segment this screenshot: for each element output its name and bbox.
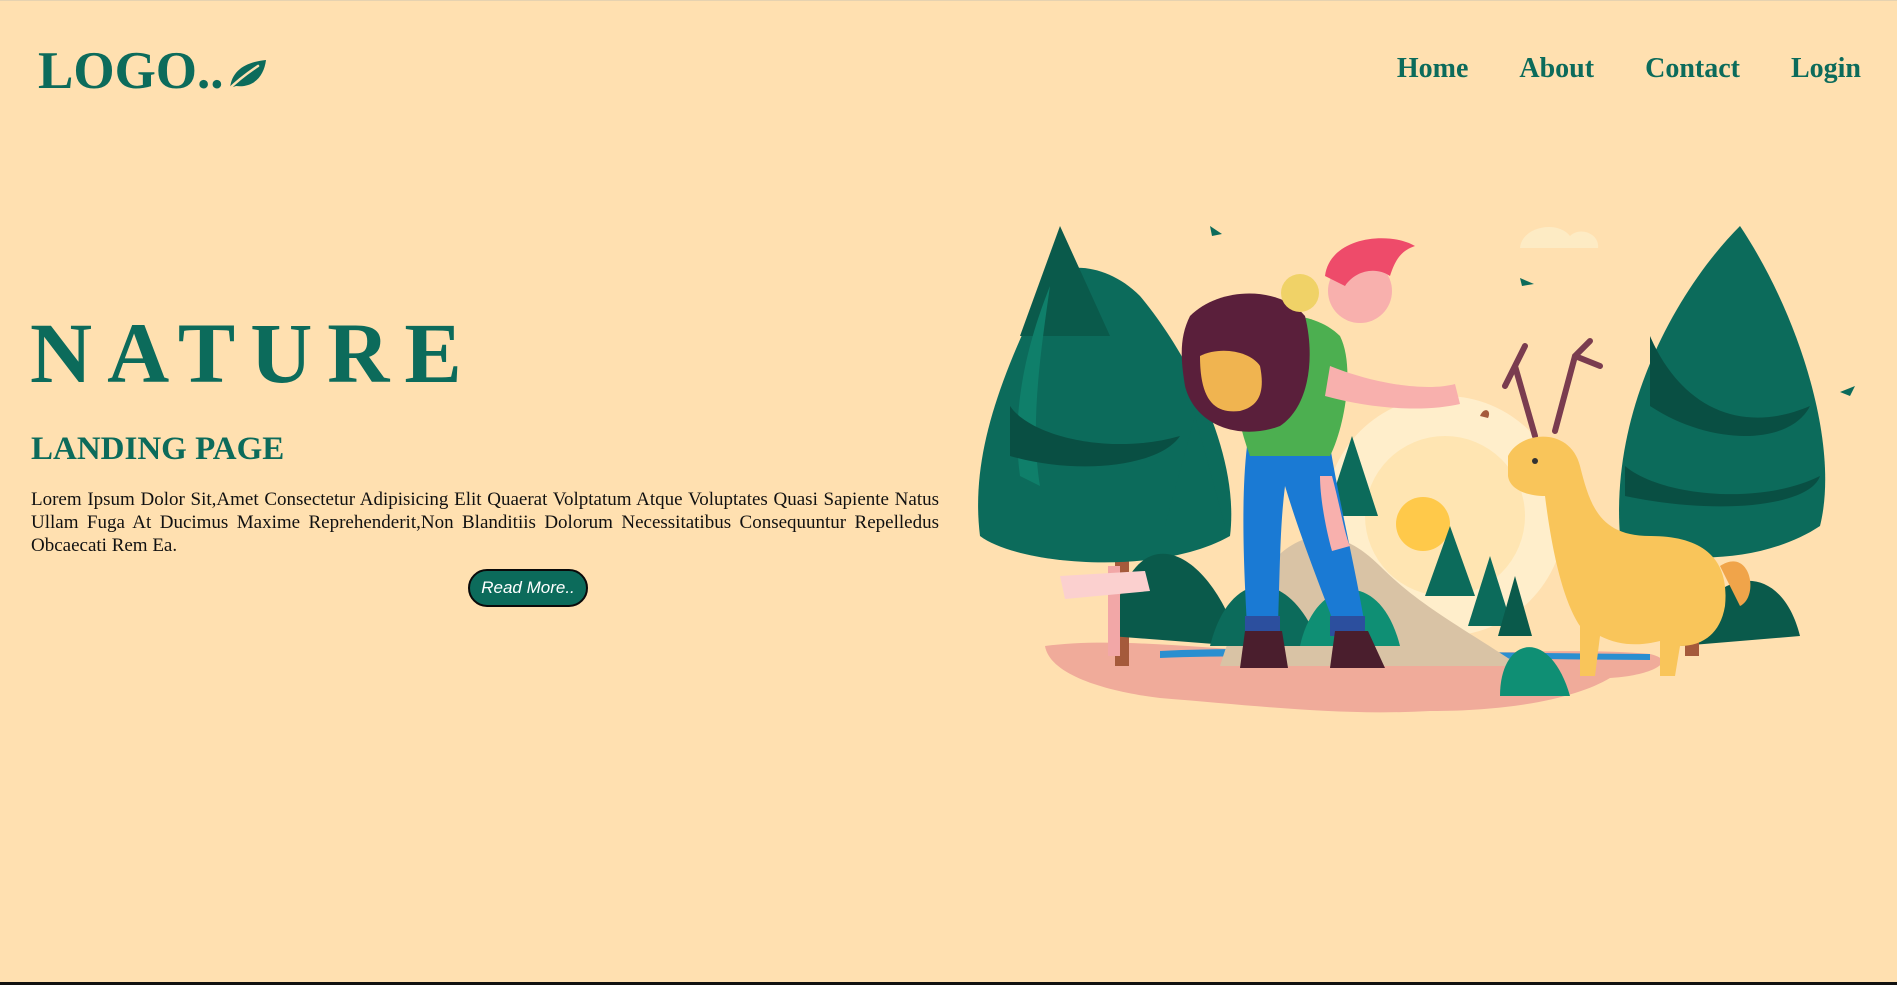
hero-subtitle: LANDING PAGE [31,431,285,467]
nav-login-link[interactable]: Login [1791,49,1861,89]
logo-text: LOGO.. [38,42,224,100]
leaf-icon [226,60,266,92]
landing-page: LOGO.. Home About Contact Login NATURE L… [0,0,1897,983]
read-more-button[interactable]: Read More.. [468,569,588,607]
nav-contact-link[interactable]: Contact [1645,49,1740,89]
nav-home-link[interactable]: Home [1397,49,1469,89]
hero-description: Lorem Ipsum Dolor Sit,Amet Consectetur A… [31,489,939,556]
nav-about-link[interactable]: About [1519,49,1594,89]
hero-title: NATURE [30,305,477,401]
hiker-with-deer-illustration [978,226,1855,713]
logo[interactable]: LOGO.. [38,39,268,103]
main-nav: Home About Contact Login [1346,49,1861,89]
